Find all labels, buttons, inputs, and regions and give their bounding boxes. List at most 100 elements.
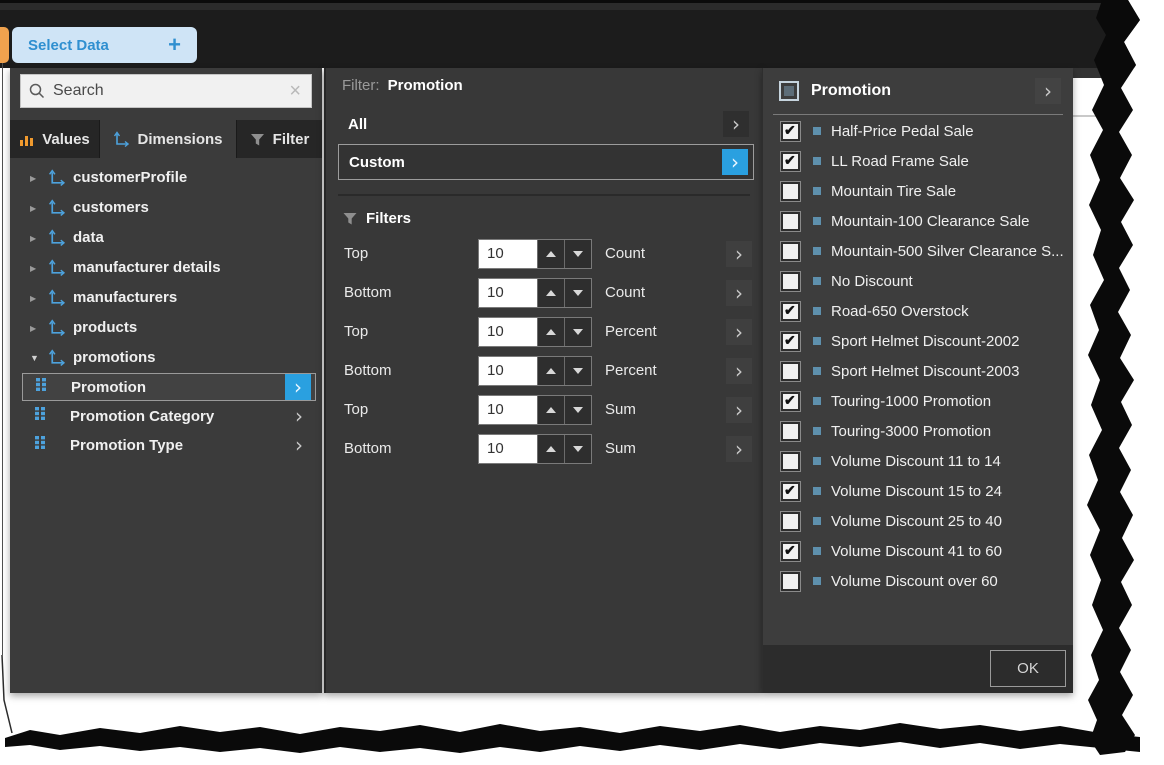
member-row[interactable]: Half-Price Pedal Sale (763, 116, 1073, 146)
filter-row-chevron[interactable]: › (726, 397, 752, 423)
select-all-checkbox[interactable] (779, 81, 799, 101)
filter-mode-custom[interactable]: Custom › (338, 144, 754, 180)
member-row[interactable]: Touring-1000 Promotion (763, 386, 1073, 416)
member-checkbox[interactable] (781, 182, 800, 201)
decrement-button[interactable] (564, 279, 591, 307)
member-square-icon (813, 157, 821, 165)
decrement-button[interactable] (564, 318, 591, 346)
member-checkbox[interactable] (781, 362, 800, 381)
decrement-button[interactable] (564, 396, 591, 424)
member-checkbox[interactable] (781, 272, 800, 291)
members-header-chevron[interactable]: › (1035, 78, 1061, 104)
filter-mode-all[interactable]: All › (338, 106, 754, 142)
add-icon[interactable]: + (168, 34, 181, 56)
decrement-button[interactable] (564, 435, 591, 463)
increment-button[interactable] (537, 240, 564, 268)
member-checkbox[interactable] (781, 242, 800, 261)
collapsed-orange-tab[interactable] (0, 27, 9, 63)
increment-button[interactable] (537, 357, 564, 385)
filter-row-chevron[interactable]: › (726, 436, 752, 462)
decrement-button[interactable] (564, 357, 591, 385)
caret-icon[interactable] (30, 228, 42, 246)
tree-field-row[interactable]: Promotion › (22, 373, 316, 401)
filter-row-chevron[interactable]: › (726, 319, 752, 345)
member-checkbox[interactable] (781, 212, 800, 231)
filter-row-chevron[interactable]: › (726, 358, 752, 384)
member-row[interactable]: No Discount (763, 266, 1073, 296)
filter-mode-custom-chevron[interactable]: › (722, 149, 748, 175)
filter-value-input[interactable] (479, 240, 537, 268)
filter-row-chevron[interactable]: › (726, 280, 752, 306)
member-row[interactable]: Volume Discount over 60 (763, 566, 1073, 596)
tree-table-row[interactable]: products (10, 312, 322, 342)
member-checkbox[interactable] (781, 452, 800, 471)
member-checkbox[interactable] (781, 572, 800, 591)
member-square-icon (813, 217, 821, 225)
member-row[interactable]: Volume Discount 25 to 40 (763, 506, 1073, 536)
tree-table-row[interactable]: data (10, 222, 322, 252)
field-chevron[interactable]: › (285, 374, 311, 400)
filter-value-stepper (478, 278, 592, 308)
caret-icon[interactable] (30, 348, 42, 366)
member-checkbox[interactable] (781, 332, 800, 351)
member-row[interactable]: Sport Helmet Discount-2003 (763, 356, 1073, 386)
member-checkbox[interactable] (781, 482, 800, 501)
ok-button[interactable]: OK (990, 650, 1066, 687)
tab-dimensions[interactable]: Dimensions (100, 120, 237, 158)
member-checkbox[interactable] (781, 512, 800, 531)
field-chevron[interactable]: › (286, 403, 312, 429)
select-data-tab[interactable]: Select Data + (12, 27, 197, 63)
tree-field-row[interactable]: Promotion Category › (22, 402, 316, 430)
tree-table-row[interactable]: customers (10, 192, 322, 222)
member-checkbox[interactable] (781, 152, 800, 171)
tab-values[interactable]: Values (10, 120, 100, 158)
filter-value-input[interactable] (479, 357, 537, 385)
increment-button[interactable] (537, 318, 564, 346)
member-checkbox[interactable] (781, 422, 800, 441)
caret-icon[interactable] (30, 168, 42, 186)
member-row[interactable]: Touring-3000 Promotion (763, 416, 1073, 446)
member-row[interactable]: Mountain Tire Sale (763, 176, 1073, 206)
search-input[interactable] (51, 81, 279, 101)
increment-button[interactable] (537, 396, 564, 424)
member-checkbox[interactable] (781, 302, 800, 321)
tree-table-row[interactable]: customerProfile (10, 162, 322, 192)
filter-value-input[interactable] (479, 279, 537, 307)
member-row[interactable]: Road-650 Overstock (763, 296, 1073, 326)
tree-table-row[interactable]: manufacturer details (10, 252, 322, 282)
member-row[interactable]: Volume Discount 41 to 60 (763, 536, 1073, 566)
tab-filter[interactable]: Filter (237, 120, 322, 158)
search-box[interactable]: × (20, 74, 312, 108)
member-row[interactable]: Volume Discount 11 to 14 (763, 446, 1073, 476)
filter-value-input[interactable] (479, 396, 537, 424)
filter-value-input[interactable] (479, 435, 537, 463)
tree-table-row[interactable]: promotions (10, 342, 322, 372)
caret-icon[interactable] (30, 318, 42, 336)
clear-search-icon[interactable]: × (279, 80, 311, 103)
filter-row-chevron[interactable]: › (726, 241, 752, 267)
member-row[interactable]: LL Road Frame Sale (763, 146, 1073, 176)
filter-mode-all-chevron[interactable]: › (723, 111, 749, 137)
increment-button[interactable] (537, 279, 564, 307)
members-footer: OK (763, 645, 1073, 693)
caret-icon[interactable] (30, 198, 42, 216)
field-chevron[interactable]: › (286, 432, 312, 458)
filter-row: Bottom Percent › (326, 351, 762, 390)
caret-icon[interactable] (30, 288, 42, 306)
filter-value-input[interactable] (479, 318, 537, 346)
decrement-button[interactable] (564, 240, 591, 268)
arrow-down-icon (573, 251, 583, 257)
member-checkbox[interactable] (781, 392, 800, 411)
caret-icon[interactable] (30, 258, 42, 276)
member-row[interactable]: Volume Discount 15 to 24 (763, 476, 1073, 506)
member-square-icon (813, 337, 821, 345)
increment-button[interactable] (537, 435, 564, 463)
member-row[interactable]: Mountain-500 Silver Clearance S... (763, 236, 1073, 266)
member-checkbox[interactable] (781, 122, 800, 141)
member-row[interactable]: Sport Helmet Discount-2002 (763, 326, 1073, 356)
filters-section-title: Filters (366, 210, 411, 227)
member-row[interactable]: Mountain-100 Clearance Sale (763, 206, 1073, 236)
tree-table-row[interactable]: manufacturers (10, 282, 322, 312)
tree-field-row[interactable]: Promotion Type › (22, 431, 316, 459)
member-checkbox[interactable] (781, 542, 800, 561)
